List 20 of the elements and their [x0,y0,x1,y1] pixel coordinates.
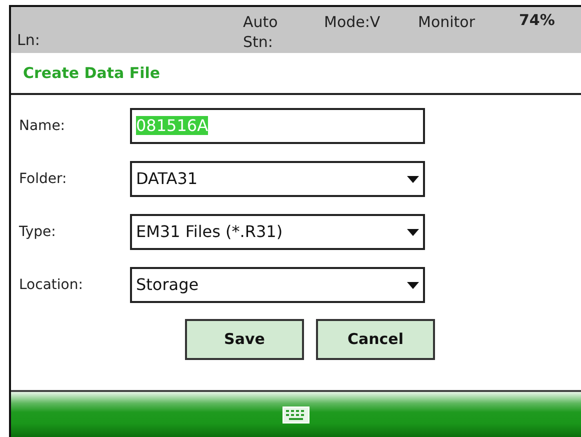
dropdown-arrow-icon [407,228,419,236]
dropdown-arrow-icon [407,282,419,288]
ln-label: Ln: [17,33,40,48]
window-title: Create Data File [11,53,581,95]
mode-label: Mode:V [324,15,380,30]
keyboard-icon[interactable] [282,406,310,424]
field-label: Name: [19,116,66,136]
dropdown-field[interactable]: Storage [130,267,425,303]
save-button[interactable]: Save [185,319,304,360]
field-label: Folder: [19,170,68,188]
battery-level: 74% [519,13,555,28]
dropdown-arrow-icon [407,176,419,182]
monitor-label: Monitor [418,15,476,30]
field-label: Location: [19,276,84,294]
station-label: Stn: [243,35,273,50]
auto-label: Auto [243,15,278,30]
cancel-button[interactable]: Cancel [316,319,435,360]
field-label: Type: [19,222,57,242]
dropdown-field[interactable]: EM31 Files (*.R31) [130,214,425,250]
dropdown-field[interactable]: DATA31 [130,161,425,197]
